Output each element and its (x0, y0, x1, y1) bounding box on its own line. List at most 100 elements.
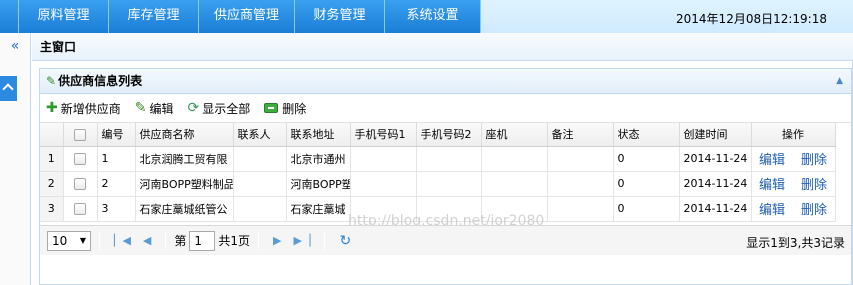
row-number: 2 (40, 171, 64, 197)
supplier-list-panel: ✎ 供应商信息列表 ▲ ✚ 新增供应商 ✎ 编辑 ⟳ 显示全部 删除 编号 供应… (39, 68, 852, 285)
cell-address: 北京市通州 (286, 146, 351, 172)
cell-name: 河南BOPP塑料制品 (135, 171, 234, 197)
panel-title: 供应商信息列表 (58, 74, 143, 88)
cell-name: 北京润腾工贸有限 (135, 146, 234, 172)
table-row[interactable]: 3 3 石家庄藁城纸管公 石家庄藁城 0 2014-11-24 编辑 删除 (40, 196, 836, 222)
add-supplier-button[interactable]: ✚ 新增供应商 (46, 100, 121, 117)
pencil-icon: ✎ (46, 74, 57, 88)
main-menu: 原料管理 库存管理 供应商管理 财务管理 系统设置 (0, 0, 481, 33)
cell-contact (233, 146, 287, 172)
left-panel: « (0, 33, 31, 285)
cell-status: 0 (613, 171, 680, 197)
column-header-name[interactable]: 供应商名称 (135, 123, 234, 147)
row-delete-link[interactable]: 删除 (801, 203, 827, 218)
collapse-left-icon[interactable]: « (0, 33, 30, 59)
cell-status: 0 (613, 196, 680, 222)
column-header-phone1[interactable]: 手机号码1 (350, 123, 417, 147)
refresh-icon[interactable]: ↻ (339, 233, 351, 249)
menu-item-blank[interactable] (0, 0, 19, 33)
table-row[interactable]: 1 1 北京润腾工贸有限 北京市通州 0 2014-11-24 编辑 删除 (40, 146, 836, 172)
refresh-icon: ⟳ (187, 100, 200, 116)
next-page-icon[interactable]: ▶ (273, 234, 281, 247)
menu-item-suppliers[interactable]: 供应商管理 (199, 0, 295, 33)
toolbar: ✚ 新增供应商 ✎ 编辑 ⟳ 显示全部 删除 (40, 94, 851, 123)
chevron-up-icon[interactable] (0, 76, 17, 101)
menu-item-raw-materials[interactable]: 原料管理 (19, 0, 109, 33)
main-window: 主窗口 ✎ 供应商信息列表 ▲ ✚ 新增供应商 ✎ 编辑 ⟳ 显示全部 删除 编… (32, 33, 853, 285)
row-checkbox-cell (63, 171, 98, 197)
cell-phone1 (350, 171, 417, 197)
cell-created: 2014-11-24 (679, 171, 752, 197)
table-header-row: 编号 供应商名称 联系人 联系地址 手机号码1 手机号码2 座机 备注 状态 创… (40, 123, 836, 147)
cell-contact (233, 171, 287, 197)
menu-item-finance[interactable]: 财务管理 (295, 0, 385, 33)
row-edit-link[interactable]: 编辑 (759, 203, 785, 218)
row-edit-link[interactable]: 编辑 (759, 178, 785, 193)
menu-item-inventory[interactable]: 库存管理 (109, 0, 199, 33)
cell-phone2 (416, 146, 482, 172)
table-row[interactable]: 2 2 河南BOPP塑料制品 河南BOPP塑 0 2014-11-24 编辑 删除 (40, 171, 836, 197)
cell-address: 河南BOPP塑 (286, 171, 351, 197)
row-delete-link[interactable]: 删除 (801, 153, 827, 168)
page-size-select[interactable]: 10 ▼ (47, 230, 91, 251)
column-header-landline[interactable]: 座机 (481, 123, 548, 147)
row-number: 3 (40, 196, 64, 222)
first-page-icon[interactable]: ▏◀ (114, 234, 131, 247)
top-navigation: 原料管理 库存管理 供应商管理 财务管理 系统设置 2014年12月08日12:… (0, 0, 853, 33)
cell-id: 2 (97, 171, 136, 197)
edit-button[interactable]: ✎ 编辑 (135, 100, 174, 117)
edit-label: 编辑 (149, 101, 174, 116)
previous-page-icon[interactable]: ◀ (143, 234, 151, 247)
cell-remark (547, 146, 614, 172)
row-edit-link[interactable]: 编辑 (759, 153, 785, 168)
column-header-address[interactable]: 联系地址 (286, 123, 351, 147)
page-prefix-label: 第 (174, 234, 187, 248)
cell-created: 2014-11-24 (679, 196, 752, 222)
column-header-created[interactable]: 创建时间 (679, 123, 752, 147)
panel-header: ✎ 供应商信息列表 ▲ (40, 69, 851, 94)
column-header-actions: 操作 (751, 123, 836, 147)
cell-landline (481, 196, 548, 222)
cell-remark (547, 196, 614, 222)
pager-separator (99, 231, 100, 250)
menu-item-system-settings[interactable]: 系统设置 (385, 0, 481, 33)
column-header-id[interactable]: 编号 (97, 123, 136, 147)
row-delete-link[interactable]: 删除 (801, 178, 827, 193)
row-checkbox[interactable] (74, 178, 86, 190)
clock-display: 2014年12月08日12:19:18 (676, 12, 827, 26)
select-all-checkbox-cell (63, 123, 98, 147)
cell-address: 石家庄藁城 (286, 196, 351, 222)
cell-landline (481, 146, 548, 172)
row-checkbox[interactable] (74, 153, 86, 165)
column-header-remark[interactable]: 备注 (547, 123, 614, 147)
pager-separator (258, 231, 260, 250)
last-page-icon[interactable]: ▶▕ (294, 234, 311, 247)
page-number-input[interactable]: 1 (189, 230, 216, 251)
cell-id: 1 (97, 146, 136, 172)
cell-phone1 (350, 196, 417, 222)
cell-created: 2014-11-24 (679, 146, 752, 172)
cell-contact (233, 196, 287, 222)
column-header-phone2[interactable]: 手机号码2 (416, 123, 482, 147)
row-checkbox[interactable] (74, 203, 86, 215)
column-header-contact[interactable]: 联系人 (233, 123, 287, 147)
cell-status: 0 (613, 146, 680, 172)
select-all-checkbox[interactable] (74, 128, 86, 141)
cell-phone2 (416, 171, 482, 197)
row-checkbox-cell (63, 196, 98, 222)
cell-actions: 编辑 删除 (751, 171, 836, 197)
add-icon: ✚ (46, 100, 58, 116)
page-size-value: 10 (52, 233, 68, 248)
pager-separator (165, 231, 167, 250)
column-header-status[interactable]: 状态 (613, 123, 680, 147)
add-supplier-label: 新增供应商 (60, 101, 121, 116)
cell-remark (547, 171, 614, 197)
cell-actions: 编辑 删除 (751, 196, 836, 222)
supplier-table: 编号 供应商名称 联系人 联系地址 手机号码1 手机号码2 座机 备注 状态 创… (40, 123, 836, 222)
total-pages-label: 共1页 (218, 234, 251, 248)
cell-landline (481, 171, 548, 197)
collapse-panel-icon[interactable]: ▲ (836, 69, 843, 94)
delete-button[interactable]: 删除 (264, 100, 306, 117)
pagination-info: 显示1到3,共3记录 (746, 236, 845, 250)
show-all-button[interactable]: ⟳ 显示全部 (188, 100, 251, 117)
